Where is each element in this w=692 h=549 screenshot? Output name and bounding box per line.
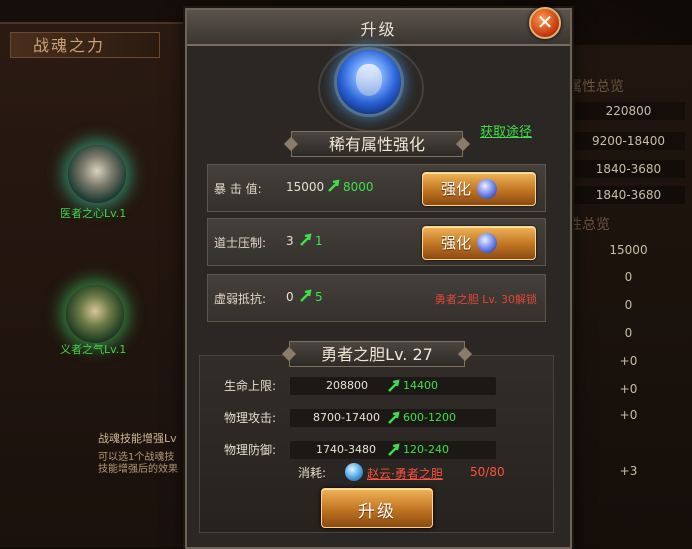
stat-label: 生命上限:: [224, 379, 277, 393]
skill-orb-healer[interactable]: [68, 145, 126, 203]
left-skill-heading: 战魂技能增强Lv: [98, 432, 177, 445]
right-panel-heading-2: 性总览: [568, 217, 610, 233]
attr-name: 暴 击 值:: [214, 182, 262, 196]
right-value: +0: [619, 382, 638, 396]
cost-count: 50/80: [470, 465, 505, 479]
stat-value: 1740-3480: [316, 443, 376, 456]
right-value: 1840-3680: [595, 162, 662, 176]
stat-increase: 600-1200: [403, 411, 456, 424]
boost-button-label: 强化: [441, 234, 472, 252]
gem-icon: [345, 463, 363, 481]
attr-value: 3: [286, 234, 294, 248]
attr-lock-text: 勇者之胆 Lv. 30解锁: [434, 293, 537, 306]
right-value: 0: [624, 326, 633, 340]
up-arrow-icon: [300, 233, 312, 246]
up-arrow-icon: [388, 411, 400, 424]
left-skill-desc-2: 技能增强后的效果: [98, 464, 178, 475]
right-value: 0: [624, 298, 633, 312]
attr-row-suppress: 道士压制: 3 1 强化: [207, 218, 546, 266]
level-title: 勇者之胆Lv. 27: [289, 341, 465, 367]
rare-attr-section-title: 稀有属性强化: [291, 131, 463, 157]
up-arrow-icon: [300, 289, 312, 302]
gem-icon: [477, 179, 497, 199]
skill-orb-righteous[interactable]: [66, 285, 124, 343]
attr-row-crit: 暴 击 值: 15000 8000 强化: [207, 164, 546, 212]
acquire-link[interactable]: 获取途径: [480, 121, 532, 140]
attr-increase: 5: [315, 290, 323, 304]
hero-face: [356, 64, 382, 96]
skill-orb-righteous-label: 义者之气Lv.1: [60, 343, 127, 356]
boost-button-label: 强化: [441, 180, 472, 198]
stat-value: 208800: [326, 379, 368, 392]
right-value: 9200-18400: [591, 134, 666, 148]
stat-label: 物理防御:: [224, 443, 277, 457]
attr-name: 道士压制:: [214, 236, 267, 250]
stat-label: 物理攻击:: [224, 411, 277, 425]
right-value: 1840-3680: [595, 188, 662, 202]
upgrade-button[interactable]: 升级: [321, 488, 433, 528]
stat-value: 8700-17400: [313, 411, 380, 424]
attr-name: 虚弱抵抗:: [214, 292, 267, 306]
right-value: +0: [619, 408, 638, 422]
close-icon: ✕: [536, 10, 554, 34]
attr-increase: 8000: [343, 180, 374, 194]
right-value: 15000: [609, 243, 648, 257]
up-arrow-icon: [328, 179, 340, 192]
stat-increase: 120-240: [403, 443, 449, 456]
attr-increase: 1: [315, 234, 323, 248]
boost-button[interactable]: 强化: [422, 172, 536, 206]
dialog-title: 升级: [360, 20, 397, 39]
up-arrow-icon: [388, 379, 400, 392]
attr-row-weak-resist: 虚弱抵抗: 0 5 勇者之胆 Lv. 30解锁: [207, 274, 546, 322]
cost-label: 消耗:: [298, 466, 327, 480]
stat-increase: 14400: [403, 379, 438, 392]
dialog-titlebar: 升级: [187, 10, 570, 46]
cost-item-link[interactable]: 赵云·勇者之胆: [367, 465, 443, 482]
left-panel-title: 战魂之力: [10, 32, 160, 58]
right-value: 0: [624, 270, 633, 284]
right-value: 220800: [605, 104, 652, 118]
right-panel-heading-1: 属性总览: [568, 79, 624, 95]
attr-value: 15000: [286, 180, 325, 194]
right-value: +3: [619, 464, 638, 478]
close-button[interactable]: ✕: [529, 7, 561, 39]
attr-value: 0: [286, 290, 294, 304]
gem-icon: [477, 233, 497, 253]
right-value: +0: [619, 354, 638, 368]
skill-orb-healer-label: 医者之心Lv.1: [60, 207, 127, 220]
up-arrow-icon: [388, 443, 400, 456]
upgrade-button-label: 升级: [358, 502, 396, 522]
boost-button[interactable]: 强化: [422, 226, 536, 260]
